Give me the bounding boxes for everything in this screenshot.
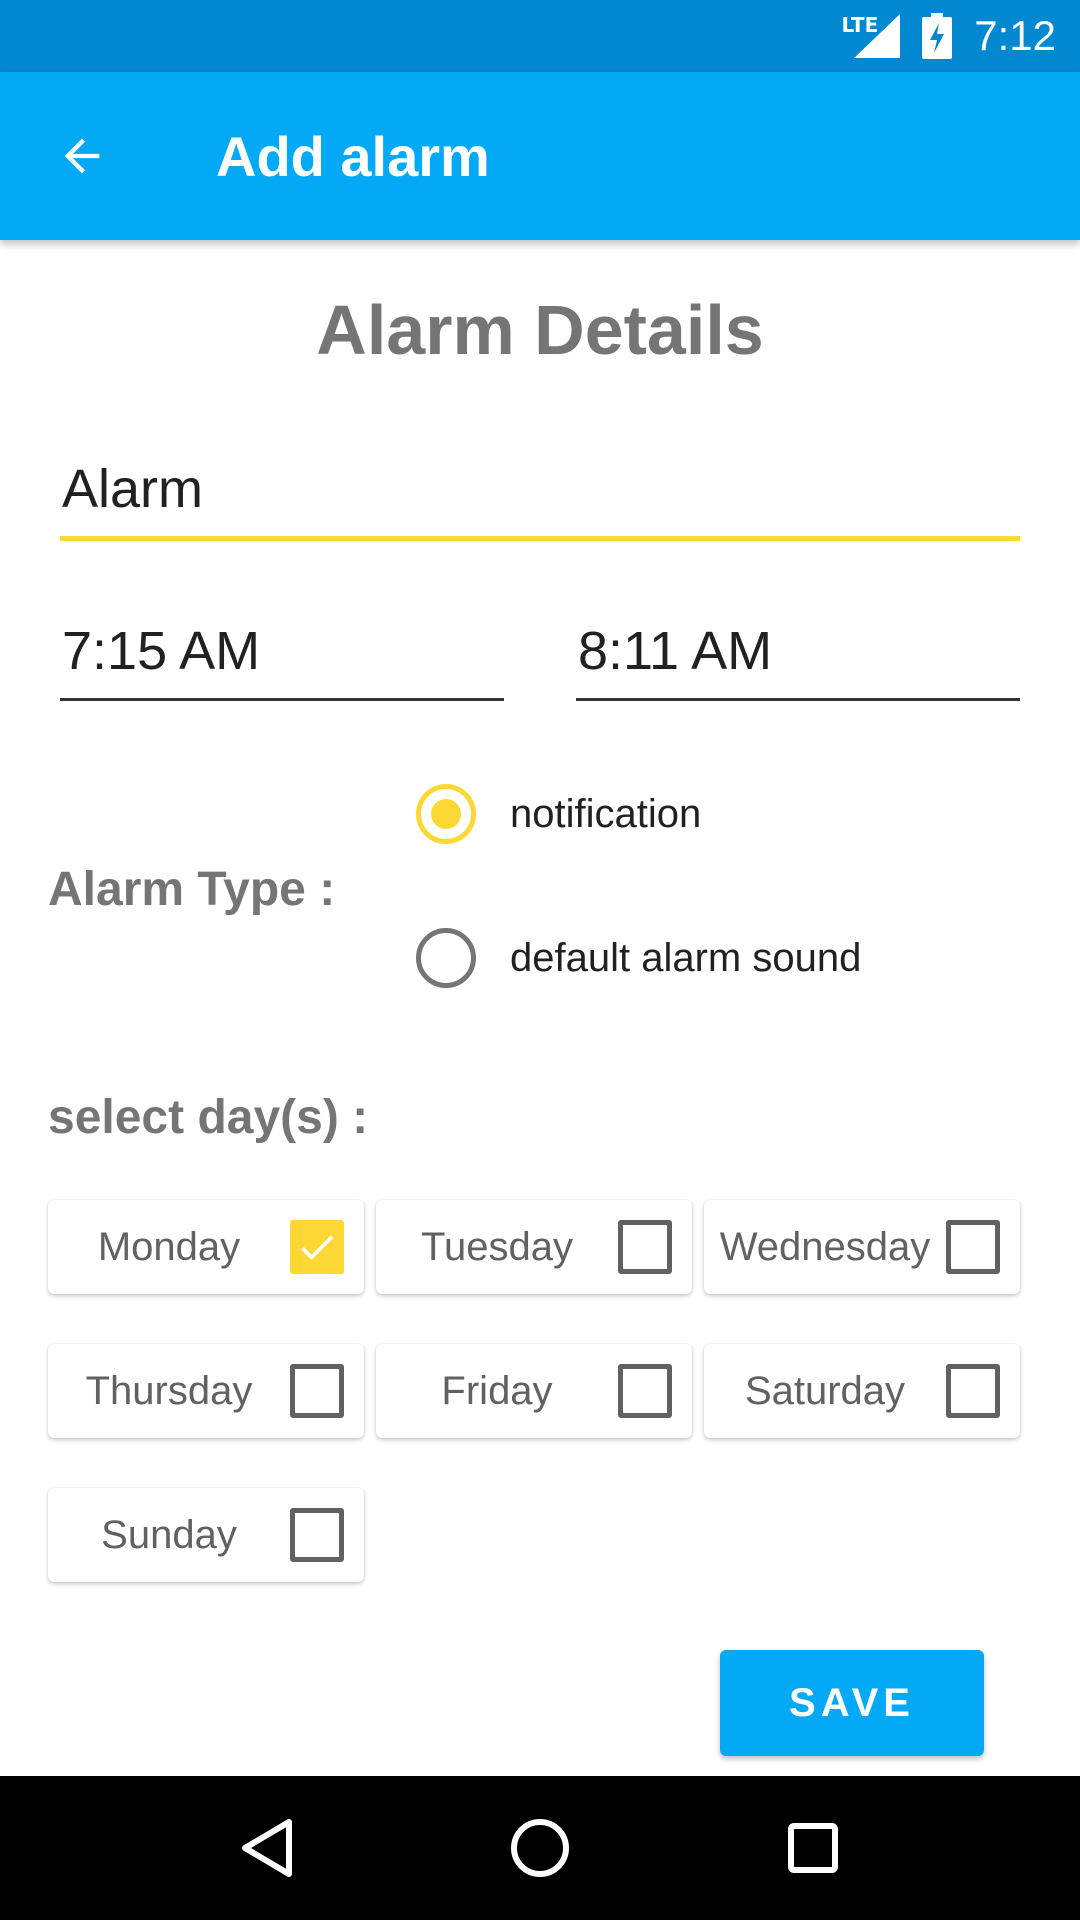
day-checkbox[interactable]: [290, 1508, 344, 1562]
day-checkbox-checked[interactable]: [290, 1220, 344, 1274]
nav-home-button[interactable]: [505, 1813, 575, 1883]
nav-home-icon: [510, 1819, 569, 1877]
day-label: Wednesday: [719, 1224, 931, 1269]
day-checkbox[interactable]: [618, 1364, 672, 1418]
radio-button-checked[interactable]: [416, 784, 476, 844]
radio-notification[interactable]: notification: [416, 784, 701, 844]
name-underline: [60, 536, 1020, 541]
day-card-friday[interactable]: Friday: [376, 1344, 692, 1438]
battery-charging-icon: [922, 13, 953, 59]
day-card-monday[interactable]: Monday: [48, 1200, 364, 1294]
radio-label: default alarm sound: [510, 935, 862, 980]
day-label: Tuesday: [421, 1224, 573, 1269]
day-label: Friday: [441, 1368, 553, 1413]
alarm-name-input[interactable]: [60, 458, 1020, 520]
save-button[interactable]: SAVE: [720, 1650, 984, 1756]
day-checkbox[interactable]: [290, 1364, 344, 1418]
app-bar-title: Add alarm: [216, 124, 490, 188]
day-card-saturday[interactable]: Saturday: [704, 1344, 1020, 1438]
day-label: Saturday: [744, 1368, 906, 1413]
navigation-bar: [0, 1776, 1080, 1920]
day-label: Thursday: [85, 1368, 253, 1413]
nav-recents-button[interactable]: [778, 1813, 848, 1883]
start-time-input[interactable]: [60, 620, 504, 682]
day-checkbox[interactable]: [946, 1364, 1000, 1418]
day-card-thursday[interactable]: Thursday: [48, 1344, 364, 1438]
nav-back-icon: [241, 1819, 292, 1877]
app-bar: Add alarm: [0, 72, 1080, 240]
start-time-underline: [60, 698, 504, 701]
day-label: Monday: [97, 1224, 241, 1269]
radio-default-alarm-sound[interactable]: default alarm sound: [416, 928, 861, 988]
add-alarm-screen: LTE 7:12 Add alarm Alarm Details Alarm 7…: [0, 0, 1080, 1920]
end-time-input[interactable]: [576, 620, 1020, 682]
clock: 7:12: [974, 12, 1056, 59]
nav-back-button[interactable]: [232, 1813, 302, 1883]
check-icon: [301, 1235, 334, 1260]
end-time-underline: [576, 698, 1020, 701]
section-title: Alarm Details: [316, 291, 764, 369]
nav-recents-icon: [788, 1823, 839, 1873]
status-bar: LTE 7:12: [0, 0, 1080, 72]
day-card-sunday[interactable]: Sunday: [48, 1488, 364, 1582]
signal-icon: [854, 14, 901, 58]
day-label: Sunday: [101, 1512, 237, 1557]
day-checkbox[interactable]: [618, 1220, 672, 1274]
day-card-tuesday[interactable]: Tuesday: [376, 1200, 692, 1294]
alarm-type-label: Alarm Type :: [48, 863, 336, 916]
back-button[interactable]: [52, 126, 112, 186]
arrow-back-icon: [64, 138, 100, 174]
start-time-field: [60, 620, 504, 701]
radio-label: notification: [510, 791, 702, 836]
day-card-wednesday[interactable]: Wednesday: [704, 1200, 1020, 1294]
radio-dot: [431, 799, 461, 829]
end-time-field: [576, 620, 1020, 701]
radio-button-unchecked[interactable]: [416, 928, 476, 988]
select-days-label: select day(s) :: [48, 1091, 369, 1144]
day-checkbox[interactable]: [946, 1220, 1000, 1274]
alarm-name-field: [60, 458, 1020, 541]
